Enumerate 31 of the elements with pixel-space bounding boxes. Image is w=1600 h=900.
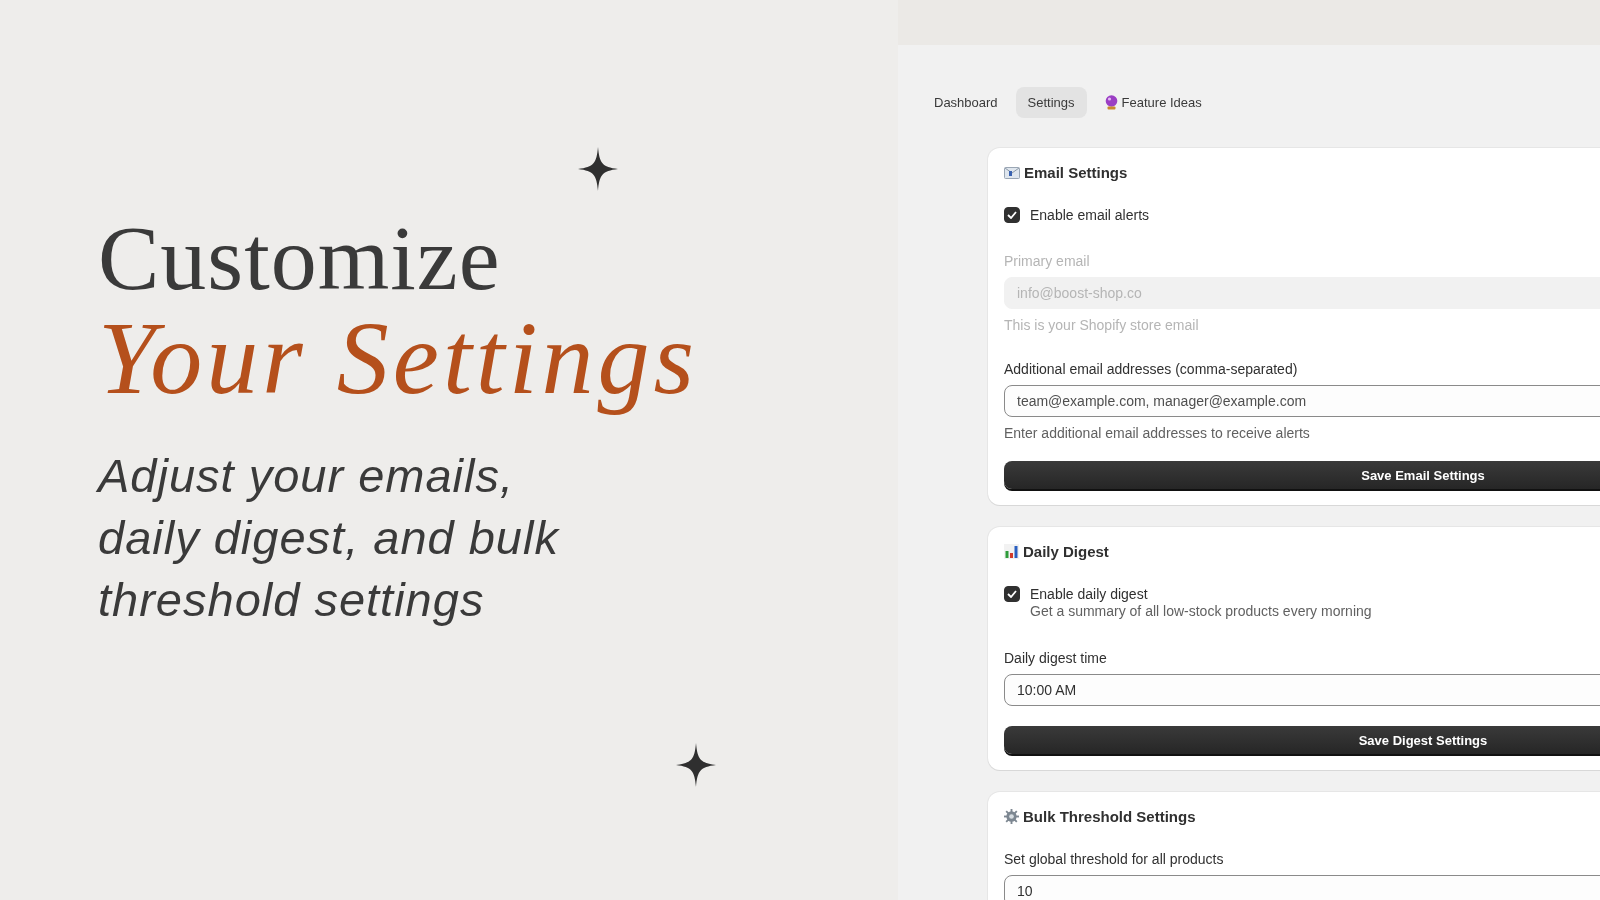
field-label: Daily digest time xyxy=(1004,650,1107,666)
envelope-icon xyxy=(1004,166,1020,179)
bar-chart-icon xyxy=(1004,544,1019,559)
field-label: Primary email xyxy=(1004,253,1090,269)
subtitle-line: threshold settings xyxy=(98,571,485,628)
checkbox[interactable] xyxy=(1004,207,1020,223)
checkbox[interactable] xyxy=(1004,586,1020,602)
checkbox-label: Enable daily digest xyxy=(1030,586,1148,602)
tab[interactable]: Dashboard xyxy=(922,87,1010,118)
checkbox-label: Enable email alerts xyxy=(1030,207,1150,223)
crystal-ball-icon xyxy=(1104,95,1118,110)
tab[interactable]: Feature Ideas xyxy=(1092,87,1214,118)
input-field[interactable]: 10:00 AM xyxy=(1004,674,1600,706)
help-text: Enter additional email addresses to receive alerts xyxy=(1004,425,1310,441)
help-text: This is your Shopify store email xyxy=(1004,317,1199,333)
save-button[interactable]: Save Email Settings xyxy=(1004,461,1600,489)
input-field[interactable]: 10 xyxy=(1004,875,1600,900)
field-label: Set global threshold for all products xyxy=(1004,851,1224,867)
tab[interactable]: Settings xyxy=(1015,87,1087,118)
card-title: Bulk Threshold Settings xyxy=(1023,808,1196,825)
input-field[interactable]: team@example.com, manager@example.com xyxy=(1004,385,1600,417)
help-text: Get a summary of all low-stock products every morning xyxy=(1030,603,1372,619)
check-icon xyxy=(1007,590,1017,598)
check-icon xyxy=(1007,211,1017,219)
subtitle-line: Adjust your emails, xyxy=(98,447,515,504)
subtitle-line: daily digest, and bulk xyxy=(98,509,559,566)
card-title: Daily Digest xyxy=(1023,543,1109,560)
field-label: Additional email addresses (comma-separated) xyxy=(1004,361,1298,377)
gear-icon xyxy=(1004,809,1019,824)
card-title: Email Settings xyxy=(1024,164,1128,181)
save-button[interactable]: Save Digest Settings xyxy=(1004,726,1600,754)
